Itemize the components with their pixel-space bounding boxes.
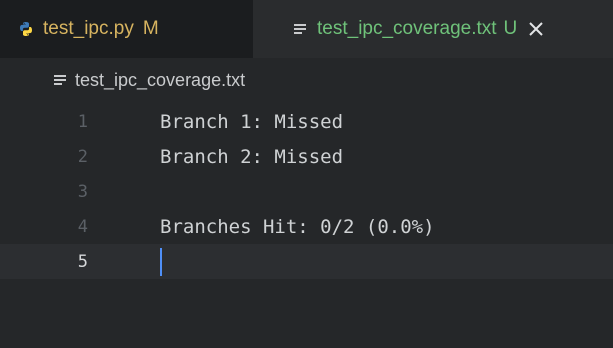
text-file-icon [53,73,67,87]
line-text[interactable]: Branches Hit: 0/2 (0.0%) [160,216,435,238]
line-number: 2 [77,146,88,167]
code-line[interactable]: 3 [0,174,613,209]
tab-test-ipc-coverage-txt[interactable]: test_ipc_coverage.txt U [253,0,613,58]
line-text[interactable]: Branch 1: Missed [160,111,343,133]
code-line[interactable]: 2 Branch 2: Missed [0,139,613,174]
code-line[interactable]: 1 Branch 1: Missed [0,104,613,139]
code-area[interactable]: 1 Branch 1: Missed 2 Branch 2: Missed 3 … [0,104,613,279]
breadcrumb-file-label: test_ipc_coverage.txt [75,69,246,90]
tab-test-ipc-py[interactable]: test_ipc.py M [0,0,253,58]
close-icon[interactable] [526,19,546,39]
line-number: 1 [77,111,88,132]
code-line-current[interactable]: 5 [0,244,613,279]
line-number: 4 [77,216,88,237]
line-text[interactable]: Branch 2: Missed [160,146,343,168]
breadcrumb[interactable]: test_ipc_coverage.txt [0,58,613,102]
line-number: 3 [77,181,88,202]
python-file-icon [18,21,34,37]
untracked-badge: U [503,18,518,39]
modified-badge: M [142,18,159,39]
line-number: 5 [77,251,88,272]
code-line[interactable]: 4 Branches Hit: 0/2 (0.0%) [0,209,613,244]
tab-label: test_ipc.py [43,18,134,39]
tab-bar: test_ipc.py M test_ipc_coverage.txt U [0,0,613,58]
text-cursor [160,248,162,276]
text-file-icon [293,22,307,36]
editor-window: test_ipc.py M test_ipc_coverage.txt U te… [0,0,613,348]
tab-label: test_ipc_coverage.txt [317,18,497,39]
